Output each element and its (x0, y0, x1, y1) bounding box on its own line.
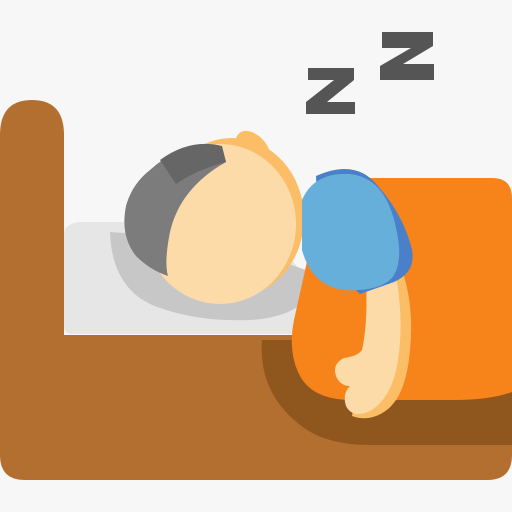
snore-z-small (306, 68, 355, 114)
snore-z-large (380, 32, 434, 80)
sleep-icon-canvas (0, 32, 512, 480)
snore-z-icon (306, 32, 434, 114)
sleeping-illustration (0, 0, 512, 512)
